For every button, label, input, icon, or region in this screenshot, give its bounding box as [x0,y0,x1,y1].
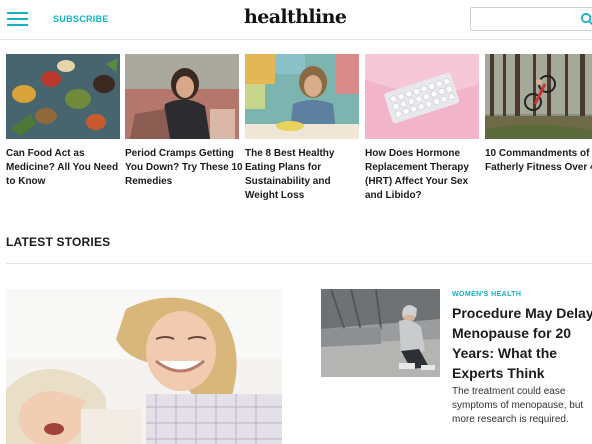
menu-icon[interactable] [7,12,28,27]
article-thumbnail[interactable] [365,54,479,139]
story-headline[interactable]: Procedure May Delay Menopause for 20 Yea… [452,303,592,383]
search-input[interactable] [471,8,571,30]
site-header: SUBSCRIBE healthline [0,0,592,40]
subscribe-link[interactable]: SUBSCRIBE [53,14,109,24]
section-heading: LATEST STORIES [6,235,111,249]
article-title[interactable]: Period Cramps Getting You Down? Try Thes… [125,147,245,189]
story-category[interactable]: WOMEN'S HEALTH [452,291,521,298]
article-thumbnail[interactable] [245,54,359,139]
article-title[interactable]: Can Food Act as Medicine? All You Need t… [6,147,126,189]
article-title[interactable]: 10 Commandments of Fatherly Fitness Over… [485,147,592,175]
article-title[interactable]: How Does Hormone Replacement Therapy (HR… [365,147,485,203]
search-box[interactable] [470,7,592,31]
article-thumbnail[interactable] [6,54,120,139]
section-divider [6,263,592,264]
site-logo[interactable]: healthline [244,6,347,28]
story-image[interactable] [321,289,440,377]
article-title[interactable]: The 8 Best Healthy Eating Plans for Sust… [245,147,365,203]
featured-article-image[interactable] [6,289,282,444]
article-thumbnail[interactable] [485,54,592,139]
story-summary: The treatment could ease symptoms of men… [452,386,584,425]
search-icon[interactable] [580,12,592,26]
article-thumbnail[interactable] [125,54,239,139]
